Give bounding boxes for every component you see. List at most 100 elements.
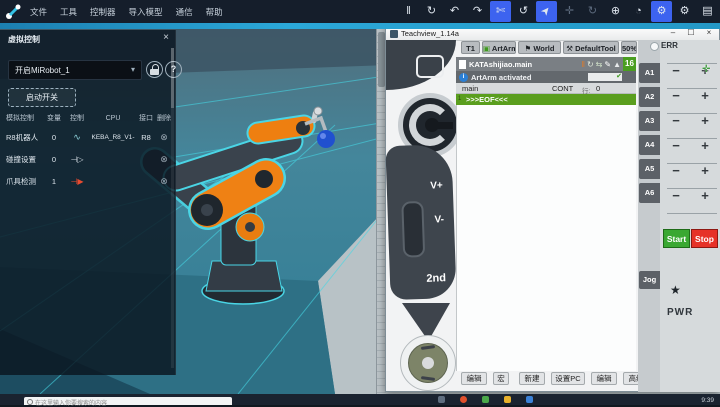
- jog-minus-a2[interactable]: −: [669, 88, 683, 103]
- second-function-label: 2nd: [426, 272, 446, 285]
- edit-icon[interactable]: ✎: [604, 60, 611, 69]
- windows-taskbar: 在这里输入你要搜索的内容 9:39: [0, 394, 720, 405]
- viewport-top-accent: [0, 23, 720, 29]
- maximize-icon[interactable]: ☐: [683, 28, 699, 37]
- jog-minus-a4[interactable]: −: [669, 138, 683, 153]
- new-button[interactable]: 新建: [519, 372, 545, 385]
- taskbar-app-5[interactable]: [526, 396, 533, 403]
- panel-icon[interactable]: ▤: [697, 1, 718, 22]
- chevron-down-icon: ▾: [131, 65, 135, 74]
- pointer-icon[interactable]: ➤: [536, 1, 557, 22]
- tab-a3[interactable]: A3: [639, 111, 660, 131]
- flag-icon: ⚑: [525, 44, 532, 53]
- tab-a2[interactable]: A2: [639, 87, 660, 107]
- signal-wave-icon: ∿: [64, 132, 90, 143]
- speed-override-button[interactable]: 50%: [621, 41, 637, 54]
- jog-minus-a3[interactable]: −: [669, 113, 683, 128]
- jog-plus-a3[interactable]: +: [698, 113, 712, 128]
- tab-jog[interactable]: Jog: [639, 271, 660, 289]
- robot-select-value: 开启MiRobot_1: [15, 65, 70, 76]
- col-port: 接口: [136, 113, 156, 123]
- menu-help[interactable]: 帮助: [206, 6, 223, 18]
- blue-ball: [317, 130, 335, 148]
- jog-plus-a4[interactable]: +: [698, 138, 712, 153]
- col-variable: 变量: [44, 113, 64, 123]
- menu-communication[interactable]: 通信: [176, 6, 193, 18]
- delete-icon[interactable]: ⊗: [156, 154, 172, 165]
- space-mouse[interactable]: [400, 335, 456, 391]
- jog-plus-a2[interactable]: +: [698, 88, 712, 103]
- tab-a6[interactable]: A6: [639, 183, 660, 203]
- robot-icon: ▣: [483, 44, 490, 53]
- taskbar-app-4[interactable]: [504, 396, 511, 403]
- menu-file[interactable]: 文件: [30, 6, 47, 18]
- edit2-button[interactable]: 编辑: [591, 372, 617, 385]
- start-switch-button[interactable]: 启动开关: [8, 88, 76, 107]
- step-icon[interactable]: ⇆: [596, 60, 603, 69]
- pwr-label: PWR: [667, 307, 693, 318]
- edit-button[interactable]: 编辑: [461, 372, 487, 385]
- start-button[interactable]: Start: [663, 229, 690, 248]
- minimize-icon[interactable]: –: [665, 28, 681, 37]
- close-icon[interactable]: ×: [163, 32, 169, 43]
- macro-button[interactable]: 宏: [493, 372, 509, 385]
- orbit-icon[interactable]: ↺: [513, 1, 534, 22]
- default-tool-button[interactable]: ⚒ DefaultTool: [563, 41, 619, 54]
- window-titlebar[interactable]: Teachview_1.14a – ☐ ×: [386, 27, 719, 41]
- code-editor[interactable]: [456, 105, 636, 371]
- compass-icon[interactable]: ◔: [628, 1, 649, 22]
- rotate-view-icon[interactable]: ↻: [582, 1, 603, 22]
- status-bar: i ArtArm activated ✔: [456, 71, 636, 83]
- col-control: 控制: [64, 113, 90, 123]
- menu-tools[interactable]: 工具: [60, 6, 77, 18]
- lasso-select-icon[interactable]: ✄: [490, 1, 511, 22]
- v-minus-label: V-: [434, 214, 444, 225]
- table-row: R8机器人 0 ∿ KEBA_R8_V1- R8 ⊗: [0, 126, 172, 148]
- close-icon[interactable]: ×: [701, 28, 717, 37]
- settings-gear-icon[interactable]: ⚙: [651, 1, 672, 22]
- deadman-switch[interactable]: [401, 201, 425, 258]
- jog-minus-a5[interactable]: −: [669, 163, 683, 178]
- taskbar-search[interactable]: 在这里输入你要搜索的内容: [24, 397, 232, 405]
- upload-icon[interactable]: ▲: [613, 60, 621, 69]
- refresh-icon[interactable]: ↻: [421, 1, 442, 22]
- jog-minus-a6[interactable]: −: [669, 188, 683, 203]
- mode-t1-button[interactable]: T1: [461, 41, 480, 54]
- panel-scrollbar[interactable]: [171, 48, 174, 368]
- delete-icon[interactable]: ⊗: [156, 176, 172, 187]
- stop-button[interactable]: Stop: [691, 229, 718, 248]
- menu-controller[interactable]: 控制器: [90, 6, 116, 18]
- menu-import-model[interactable]: 导入模型: [129, 6, 163, 18]
- tab-a4[interactable]: A4: [639, 135, 660, 155]
- robot-select-dropdown[interactable]: 开启MiRobot_1 ▾: [8, 60, 142, 80]
- pause-icon[interactable]: ‖: [398, 1, 419, 22]
- setup-pc-button[interactable]: 设置PC: [551, 372, 585, 385]
- col-cpu: CPU: [90, 115, 136, 122]
- delete-icon[interactable]: ⊗: [156, 132, 172, 143]
- scroll-thumb[interactable]: [378, 32, 385, 87]
- tab-a5[interactable]: A5: [639, 159, 660, 179]
- undo-icon[interactable]: ↶: [444, 1, 465, 22]
- jog-plus-a6[interactable]: +: [698, 188, 712, 203]
- taskbar-app-1[interactable]: [438, 396, 445, 403]
- panel-title: 虚拟控制: [8, 34, 40, 45]
- taskbar-app-3[interactable]: [482, 396, 489, 403]
- jog-minus-a1[interactable]: −: [669, 63, 683, 78]
- move-icon[interactable]: ✛: [559, 1, 580, 22]
- program-pause-icon[interactable]: ‖: [582, 60, 585, 69]
- jog-plus-a5[interactable]: +: [698, 163, 712, 178]
- code-line-selected[interactable]: 1 >>>EOF<<<: [456, 94, 636, 105]
- teachview-app-icon: [390, 30, 398, 38]
- app-logo-icon: [4, 3, 22, 21]
- redo-icon[interactable]: ↷: [467, 1, 488, 22]
- tab-a1[interactable]: A1: [639, 63, 660, 83]
- teachview-window: Teachview_1.14a – ☐ × V+ V- 2nd T1 ▣ Art…: [385, 26, 720, 392]
- active-arm-button[interactable]: ▣ ArtArm: [482, 41, 516, 54]
- cycle-icon[interactable]: ↻: [587, 60, 594, 69]
- taskbar-app-2[interactable]: [460, 396, 467, 403]
- world-frame-button[interactable]: ⚑ World: [518, 41, 561, 54]
- hex-gear-icon[interactable]: ⚙: [674, 1, 695, 22]
- table-row: 爪具检测 1 ⊣▶ ⊗: [0, 170, 172, 192]
- lock-button[interactable]: [146, 61, 163, 78]
- target-icon[interactable]: ⊕: [605, 1, 626, 22]
